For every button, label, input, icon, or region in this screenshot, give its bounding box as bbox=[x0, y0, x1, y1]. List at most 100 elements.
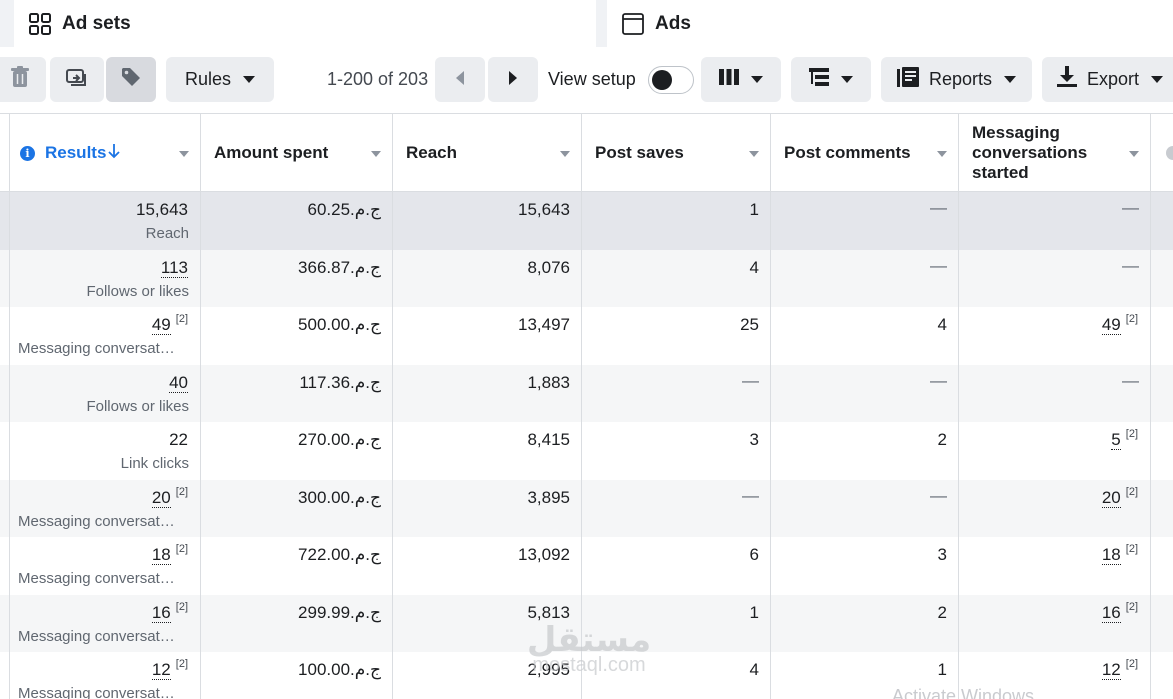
amount-spent-cell: ج.م.270.00 bbox=[201, 422, 393, 480]
column-header-amount-spent[interactable]: Amount spent bbox=[201, 114, 393, 192]
column-menu-icon[interactable] bbox=[749, 151, 759, 157]
messaging-cell: 49 [2] bbox=[959, 307, 1151, 365]
post-comments-cell-value: — bbox=[930, 370, 947, 390]
view-setup-label: View setup bbox=[548, 69, 636, 89]
reach-cell-value: 13,497 bbox=[518, 315, 570, 334]
reach-cell-value: 15,643 bbox=[518, 200, 570, 219]
messaging-cell-value: — bbox=[1122, 370, 1139, 390]
result-type-label: Messaging conversat… bbox=[18, 570, 175, 587]
column-header-post-comments[interactable]: Post comments bbox=[771, 114, 959, 192]
export-label: Export bbox=[1087, 69, 1140, 89]
table-row[interactable]: 49 [2] Messaging conversat… ج.م.500.00 13,49… bbox=[0, 307, 1173, 365]
tab-ads[interactable]: Ads bbox=[607, 0, 1173, 47]
results-cell-number[interactable]: 113 bbox=[160, 257, 188, 278]
post-comments-cell: — bbox=[771, 364, 959, 422]
table-row[interactable]: 15,643 Reach ج.م.60.25 15,643 1 — — bbox=[0, 192, 1173, 250]
next-page-button[interactable] bbox=[488, 57, 538, 102]
results-cell-number[interactable]: 20 bbox=[151, 487, 171, 508]
amount-spent-cell: ج.م.117.36 bbox=[201, 364, 393, 422]
table-row[interactable]: 40 Follows or likes ج.م.117.36 1,883 — — — bbox=[0, 364, 1173, 422]
column-menu-icon[interactable] bbox=[179, 151, 189, 157]
column-menu-icon[interactable] bbox=[560, 151, 570, 157]
messaging-cell: — bbox=[959, 192, 1151, 250]
post-saves-cell: 6 bbox=[582, 537, 771, 595]
results-cell-number[interactable]: 40 bbox=[169, 372, 188, 393]
post-comments-cell: — bbox=[771, 192, 959, 250]
grid-icon bbox=[27, 11, 53, 37]
reach-cell-value: 8,415 bbox=[527, 430, 570, 449]
rules-label: Rules bbox=[184, 69, 232, 89]
table-header: i Results Amount spent Reach Post saves … bbox=[0, 113, 1173, 192]
post-saves-cell-value: 6 bbox=[749, 545, 759, 564]
column-menu-icon[interactable] bbox=[937, 151, 947, 157]
rules-dropdown[interactable]: Rules bbox=[166, 57, 274, 102]
delete-button[interactable] bbox=[0, 57, 46, 102]
post-saves-header-label: Post saves bbox=[595, 143, 684, 162]
results-cell-value: 49 [2] bbox=[151, 313, 188, 335]
chevron-right-icon bbox=[508, 69, 518, 90]
table-row[interactable]: 113 Follows or likes ج.م.366.87 8,076 4 — — bbox=[0, 249, 1173, 307]
column-header-results[interactable]: i Results bbox=[9, 114, 201, 192]
messaging-cell-value: 12 [2] bbox=[1101, 658, 1138, 680]
post-comments-cell-value: 1 bbox=[937, 660, 947, 679]
amount-spent-header-label: Amount spent bbox=[214, 143, 329, 162]
amount-spent-cell-value: ج.م.270.00 bbox=[298, 430, 381, 449]
tab-ad-sets[interactable]: Ad sets bbox=[14, 0, 596, 47]
messaging-cell-value: 16 [2] bbox=[1101, 601, 1138, 623]
post-comments-cell: 2 bbox=[771, 422, 959, 480]
column-header-more[interactable] bbox=[1151, 114, 1173, 192]
footnote-marker: [2] bbox=[1125, 658, 1138, 670]
column-menu-icon[interactable] bbox=[1129, 151, 1139, 157]
tag-button[interactable] bbox=[106, 57, 156, 102]
results-cell-value: 113 bbox=[160, 257, 188, 278]
column-header-reach[interactable]: Reach bbox=[393, 114, 582, 192]
amount-spent-cell-value: ج.م.366.87 bbox=[298, 257, 381, 277]
add-column-icon[interactable] bbox=[1166, 146, 1173, 160]
reports-icon bbox=[896, 67, 919, 92]
column-header-messaging[interactable]: Messaging conversations started bbox=[959, 114, 1151, 192]
reach-header-label: Reach bbox=[406, 143, 458, 162]
view-setup-toggle[interactable] bbox=[647, 65, 694, 94]
messaging-cell-number[interactable]: 12 bbox=[1101, 660, 1121, 680]
results-cell-value: 15,643 bbox=[136, 200, 188, 219]
post-saves-cell: 3 bbox=[582, 422, 771, 480]
results-cell-number[interactable]: 12 bbox=[151, 660, 171, 680]
table-row[interactable]: 22 Link clicks ج.م.270.00 8,415 3 2 5 [2] bbox=[0, 422, 1173, 480]
post-saves-cell-value: 3 bbox=[749, 430, 759, 449]
messaging-cell-number[interactable]: 5 bbox=[1111, 430, 1121, 450]
messaging-cell-number[interactable]: 49 bbox=[1101, 315, 1121, 335]
column-menu-icon[interactable] bbox=[371, 151, 381, 157]
columns-dropdown[interactable] bbox=[701, 57, 781, 102]
export-dropdown[interactable]: Export bbox=[1042, 57, 1173, 102]
results-cell: 12 [2] Messaging conversat… bbox=[9, 652, 201, 699]
sort-descending-icon bbox=[108, 143, 121, 164]
column-header-post-saves[interactable]: Post saves bbox=[582, 114, 771, 192]
activate-windows-overlay: Activate Windows bbox=[892, 686, 1035, 699]
reach-cell: 13,092 bbox=[393, 537, 582, 595]
table-row[interactable]: 18 [2] Messaging conversat… ج.م.722.00 13,09… bbox=[0, 537, 1173, 595]
previous-page-button[interactable] bbox=[435, 57, 485, 102]
reports-dropdown[interactable]: Reports bbox=[881, 57, 1032, 102]
table-row[interactable]: 20 [2] Messaging conversat… ج.م.300.00 3,895… bbox=[0, 479, 1173, 537]
results-cell-number[interactable]: 16 bbox=[151, 602, 171, 623]
results-cell-number[interactable]: 18 bbox=[151, 545, 171, 565]
result-type-label: Follows or likes bbox=[86, 282, 189, 300]
messaging-cell-number[interactable]: 20 bbox=[1101, 487, 1121, 508]
post-saves-cell-value: — bbox=[742, 485, 759, 505]
messaging-cell-number[interactable]: 16 bbox=[1101, 602, 1121, 623]
reach-cell-value: 1,883 bbox=[527, 372, 570, 392]
result-type-label: Messaging conversat… bbox=[18, 512, 175, 530]
footnote-marker: [2] bbox=[175, 485, 188, 498]
messaging-cell-number[interactable]: 18 bbox=[1101, 545, 1121, 565]
watermark-logo: مستقل mostaql.com bbox=[514, 620, 664, 690]
duplicate-button[interactable] bbox=[50, 57, 104, 102]
result-type-label: Messaging conversat… bbox=[18, 340, 175, 357]
messaging-cell: 20 [2] bbox=[959, 479, 1151, 537]
reach-cell: 15,643 bbox=[393, 192, 582, 250]
amount-spent-cell: ج.م.366.87 bbox=[201, 249, 393, 307]
results-cell-number[interactable]: 49 bbox=[151, 315, 171, 335]
chevron-down-icon bbox=[841, 76, 853, 83]
amount-spent-cell: ج.م.722.00 bbox=[201, 537, 393, 595]
info-icon[interactable]: i bbox=[20, 145, 35, 161]
breakdown-dropdown[interactable] bbox=[791, 57, 871, 102]
